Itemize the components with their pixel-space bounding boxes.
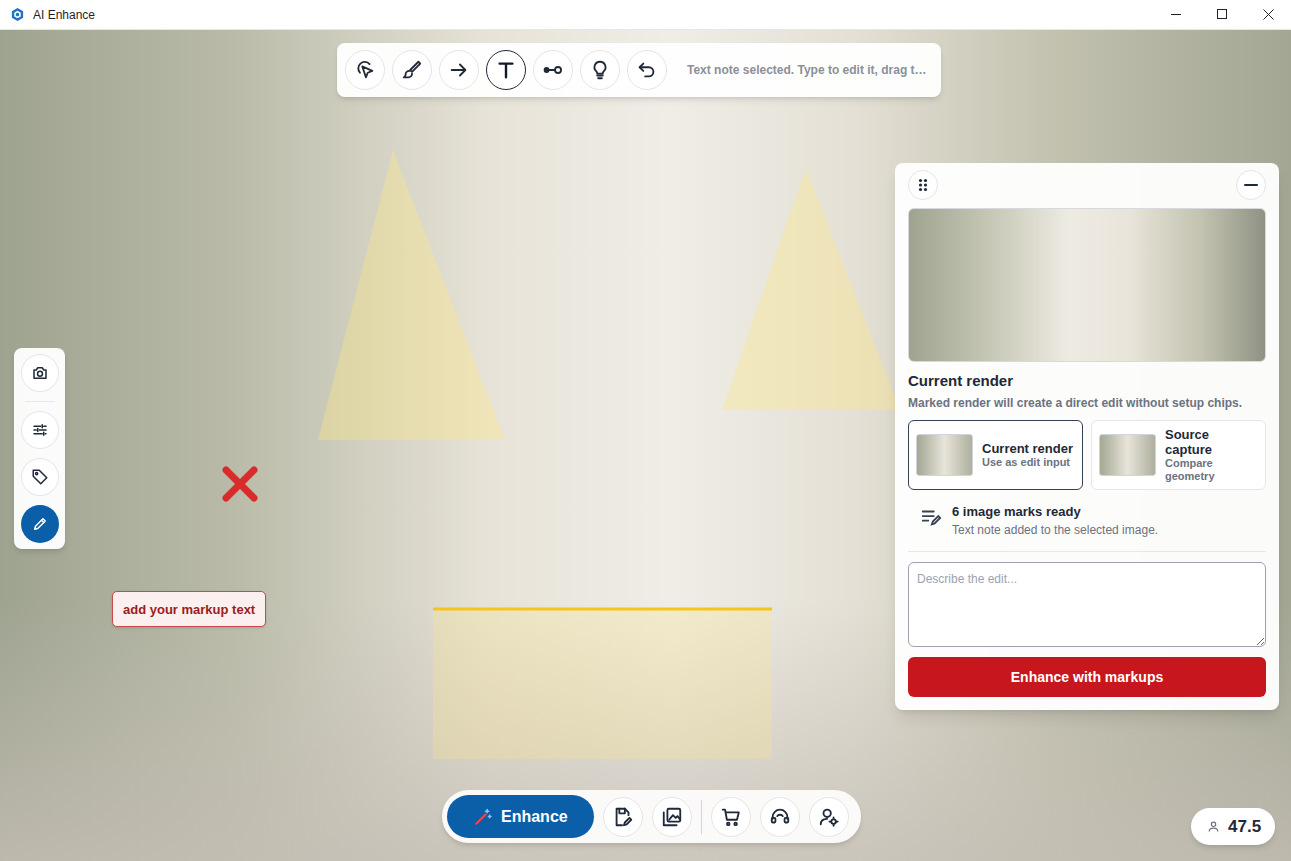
text-tool-button[interactable] (486, 50, 526, 90)
side-toolbar (14, 348, 65, 549)
marks-detail: Text note added to the selected image. (952, 521, 1158, 539)
person-icon (1207, 820, 1220, 833)
source-subtitle: Use as edit input (982, 456, 1070, 469)
adjust-icon (31, 421, 49, 439)
app-logo-icon (10, 7, 25, 22)
save-edit-icon (612, 806, 634, 828)
drag-handle[interactable] (908, 170, 938, 200)
minimize-button[interactable] (1153, 0, 1199, 29)
toolbar-status: Text note selected. Type to edit it, dra… (687, 61, 927, 79)
markup-side-button[interactable] (21, 505, 59, 543)
minimize-panel-button[interactable] (1236, 170, 1266, 200)
select-tool-button[interactable] (345, 50, 385, 90)
gallery-button[interactable] (652, 797, 692, 837)
panel-heading: Current render (908, 370, 1266, 393)
window-title: AI Enhance (33, 6, 95, 24)
source-thumbnail (916, 434, 973, 476)
text-note[interactable]: add your markup text (112, 591, 266, 627)
light-tool-button[interactable] (580, 50, 620, 90)
source-title: Current render (982, 441, 1073, 456)
marks-title: 6 image marks ready (952, 502, 1158, 522)
light-cone-markup[interactable] (318, 150, 505, 440)
cart-button[interactable] (711, 797, 751, 837)
tag-side-button[interactable] (21, 458, 59, 496)
select-icon (354, 59, 376, 81)
brush-icon (401, 59, 423, 81)
markup-toolbar: Text note selected. Type to edit it, dra… (337, 43, 941, 97)
notes-icon (920, 506, 942, 528)
measure-icon (542, 59, 564, 81)
user-settings-button[interactable] (809, 797, 849, 837)
bottom-dock: Enhance (442, 790, 861, 843)
credits-badge[interactable]: 47.5 (1191, 808, 1275, 845)
markup-icon (31, 515, 49, 533)
undo-icon (636, 59, 658, 81)
source-thumbnail (1099, 434, 1156, 476)
title-bar: AI Enhance (0, 0, 1291, 30)
island-highlight-markup[interactable] (433, 609, 772, 759)
support-icon (769, 806, 791, 828)
x-markup-icon[interactable] (226, 470, 254, 498)
camera-icon (31, 364, 49, 382)
edit-description-input[interactable] (908, 562, 1266, 647)
render-canvas[interactable]: add your markup text Text note selected.… (0, 30, 1291, 861)
gallery-icon (661, 806, 683, 828)
adjust-side-button[interactable] (21, 411, 59, 449)
light-cone-markup[interactable] (722, 168, 900, 410)
credits-value: 47.5 (1228, 814, 1261, 840)
enhance-button[interactable]: Enhance (447, 795, 594, 838)
line-markup[interactable] (433, 608, 772, 611)
source-subtitle: Compare geometry (1165, 457, 1258, 483)
user-settings-icon (818, 806, 840, 828)
tag-icon (31, 468, 49, 486)
source-option[interactable]: Source captureCompare geometry (1091, 420, 1266, 490)
magic-wand-icon (473, 807, 493, 827)
side-divider (25, 401, 55, 402)
undo-tool-button[interactable] (627, 50, 667, 90)
text-note-label[interactable]: add your markup text (123, 602, 255, 617)
render-preview (908, 208, 1266, 362)
dock-divider (701, 800, 702, 834)
close-icon (1263, 9, 1274, 20)
light-icon (589, 59, 611, 81)
enhance-with-markups-button[interactable]: Enhance with markups (908, 657, 1266, 697)
brush-tool-button[interactable] (392, 50, 432, 90)
text-icon (495, 59, 517, 81)
maximize-button[interactable] (1199, 0, 1245, 29)
minimize-icon (1171, 9, 1182, 20)
source-title: Source capture (1165, 427, 1258, 457)
save-edit-button[interactable] (603, 797, 643, 837)
enhance-panel: Current render Marked render will create… (895, 163, 1279, 710)
support-button[interactable] (760, 797, 800, 837)
close-button[interactable] (1245, 0, 1291, 29)
measure-tool-button[interactable] (533, 50, 573, 90)
cart-icon (720, 806, 742, 828)
marks-summary: 6 image marks ready Text note added to t… (908, 502, 1266, 553)
maximize-icon (1217, 9, 1228, 20)
panel-description: Marked render will create a direct edit … (908, 396, 1266, 410)
drag-dots-icon (916, 178, 930, 192)
source-option[interactable]: Current renderUse as edit input (908, 420, 1083, 490)
minus-icon (1244, 178, 1258, 192)
arrow-tool-button[interactable] (439, 50, 479, 90)
camera-side-button[interactable] (21, 354, 59, 392)
arrow-icon (448, 59, 470, 81)
